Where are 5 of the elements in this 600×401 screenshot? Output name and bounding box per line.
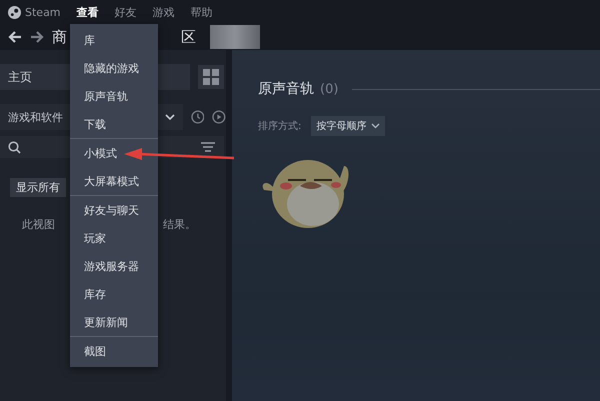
- item-count: (0): [320, 82, 338, 96]
- sort-label: 排序方式:: [258, 120, 302, 133]
- section-title: 原声音轨: [258, 80, 314, 98]
- empty-message: 此视图: [22, 217, 55, 232]
- empty-message: 结果。: [163, 217, 196, 232]
